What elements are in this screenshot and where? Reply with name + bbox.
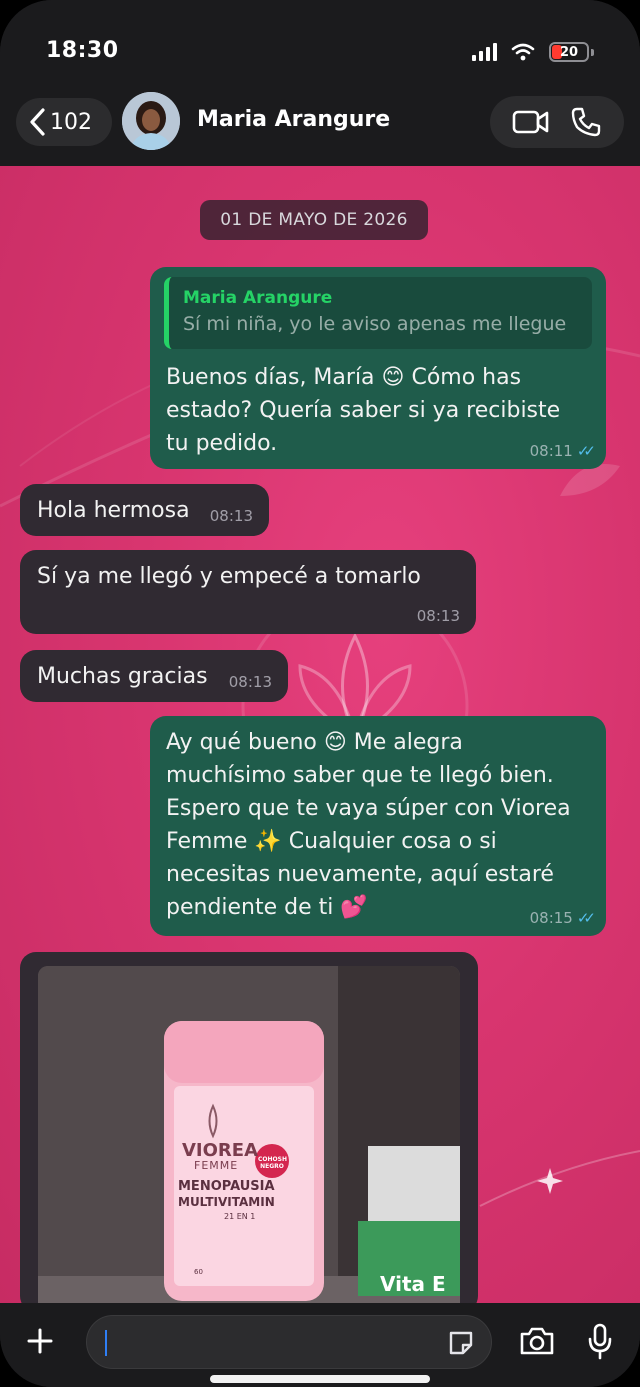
back-chevron-icon <box>30 108 45 136</box>
message-text-line: muchísimo saber que te llegó bien. <box>166 763 554 788</box>
composer-bar <box>0 1303 640 1387</box>
message-text-line: pendiente de ti 💕 <box>166 895 368 920</box>
quote-text: Sí mi niña, yo le aviso apenas me llegue <box>183 313 567 335</box>
message-outgoing[interactable]: Ay qué bueno 😊 Me alegra muchísimo saber… <box>150 716 606 936</box>
phone-icon[interactable] <box>570 106 602 138</box>
message-time: 08:15 <box>529 909 573 927</box>
date-separator: 01 DE MAYO DE 2026 <box>200 200 428 240</box>
plus-icon[interactable] <box>26 1327 54 1355</box>
microphone-icon[interactable] <box>586 1323 614 1361</box>
message-text-line: Buenos días, María 😊 Cómo has <box>166 365 522 390</box>
unread-count: 102 <box>50 109 92 135</box>
chat-area[interactable]: VIOREA 01 DE MAYO DE 2026 Maria Arangure… <box>0 166 640 1303</box>
message-input[interactable] <box>86 1315 492 1369</box>
status-icons: 20 <box>472 42 594 62</box>
message-time: 08:11 <box>529 442 573 460</box>
photo-product-line3: 21 EN 1 <box>224 1212 256 1221</box>
status-time: 18:30 <box>46 38 119 63</box>
message-incoming[interactable]: Hola hermosa 08:13 <box>20 484 269 536</box>
photo-count: 60 <box>194 1268 203 1276</box>
quote-author: Maria Arangure <box>183 288 333 308</box>
photo-brand: VIOREA <box>182 1140 259 1161</box>
video-call-icon[interactable] <box>512 109 550 135</box>
message-text-line: Ay qué bueno 😊 Me alegra <box>166 730 463 755</box>
avatar[interactable] <box>122 92 180 150</box>
message-text-line: estado? Quería saber si ya recibiste <box>166 398 561 423</box>
phone-screen: 18:30 20 102 Maria Arangure 01 DE MAYO D… <box>0 0 640 1387</box>
photo-product-line1: MENOPAUSIA <box>178 1179 275 1194</box>
call-actions <box>490 96 624 148</box>
message-incoming[interactable]: Sí ya me llegó y empecé a tomarlo 08:13 <box>20 550 476 634</box>
message-incoming[interactable]: Muchas gracias 08:13 <box>20 650 288 702</box>
photo-product-line2: MULTIVITAMIN <box>178 1195 275 1209</box>
message-time: 08:13 <box>416 607 460 625</box>
message-text: Muchas gracias <box>37 664 208 689</box>
contact-name[interactable]: Maria Arangure <box>197 107 390 132</box>
battery-level: 20 <box>559 44 579 60</box>
read-receipt-icon: ✓✓ <box>576 909 596 927</box>
signal-icon <box>472 43 497 61</box>
image-message[interactable]: VIOREA FEMME COHOSH NEGRO MENOPAUSIA MUL… <box>20 952 478 1303</box>
home-indicator[interactable] <box>210 1375 430 1383</box>
quoted-message[interactable]: Maria Arangure Sí mi niña, yo le aviso a… <box>164 277 592 349</box>
product-photo[interactable]: VIOREA FEMME COHOSH NEGRO MENOPAUSIA MUL… <box>38 966 460 1303</box>
message-text-line: Femme ✨ Cualquier cosa o si <box>166 829 497 854</box>
message-outgoing[interactable]: Maria Arangure Sí mi niña, yo le aviso a… <box>150 267 606 469</box>
message-text-line: necesitas nuevamente, aquí estaré <box>166 862 554 887</box>
message-text-line: tu pedido. <box>166 431 278 456</box>
photo-box-label: Vita E <box>380 1272 446 1296</box>
top-bar: 18:30 20 102 Maria Arangure <box>0 0 640 166</box>
message-time: 08:13 <box>228 673 272 691</box>
wifi-icon <box>511 43 535 61</box>
back-button[interactable]: 102 <box>16 98 112 146</box>
message-text-line: Espero que te vaya súper con Viorea <box>166 796 571 821</box>
message-text: Sí ya me llegó y empecé a tomarlo <box>37 564 421 589</box>
text-caret <box>105 1330 107 1356</box>
message-time: 08:13 <box>209 507 253 525</box>
photo-badge: COHOSH NEGRO <box>258 1156 287 1170</box>
camera-icon[interactable] <box>518 1325 556 1357</box>
battery-icon: 20 <box>549 42 589 62</box>
message-text: Hola hermosa <box>37 498 190 523</box>
photo-sub: FEMME <box>194 1159 239 1172</box>
sticker-icon[interactable] <box>447 1329 475 1357</box>
read-receipt-icon: ✓✓ <box>576 442 596 460</box>
